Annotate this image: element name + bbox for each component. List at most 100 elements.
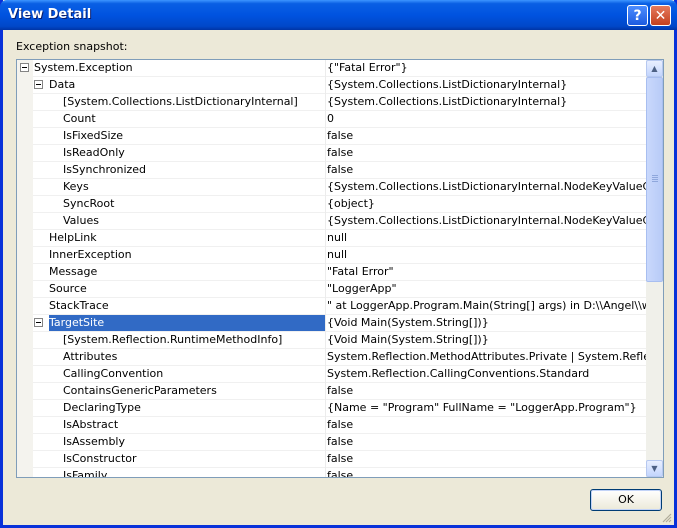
row-gutter [17, 298, 33, 315]
scroll-thumb[interactable] [646, 77, 663, 282]
property-name: IsFixedSize [63, 129, 124, 142]
property-row[interactable]: ContainsGenericParameters false [17, 383, 646, 400]
property-name: HelpLink [49, 231, 97, 244]
row-gutter [17, 400, 33, 417]
property-name: IsAssembly [63, 435, 125, 448]
property-value: "Fatal Error" [327, 265, 394, 278]
property-row[interactable]: Message "Fatal Error" [17, 264, 646, 281]
collapse-toggle-icon[interactable] [34, 318, 43, 327]
property-value: {System.Collections.ListDictionaryIntern… [327, 214, 646, 227]
property-row[interactable]: IsFamily false [17, 468, 646, 477]
ok-button[interactable]: OK [590, 489, 662, 511]
column-divider [325, 434, 326, 451]
close-button[interactable]: ✕ [650, 5, 671, 26]
property-name: Values [63, 214, 99, 227]
row-gutter [17, 383, 33, 400]
row-gutter [17, 196, 33, 213]
property-value: null [327, 248, 348, 261]
column-divider [325, 281, 326, 298]
property-value: false [327, 129, 354, 142]
property-grid: System.Exception {"Fatal Error"} Data {Syst… [16, 59, 664, 478]
row-gutter [17, 247, 33, 264]
property-row[interactable]: SyncRoot {object} [17, 196, 646, 213]
property-value: " at LoggerApp.Program.Main(String[] arg… [327, 299, 646, 312]
row-gutter [17, 77, 33, 94]
row-gutter [17, 145, 33, 162]
row-gutter [17, 417, 33, 434]
property-name: SyncRoot [63, 197, 115, 210]
property-row[interactable]: System.Exception {"Fatal Error"} [17, 60, 646, 77]
column-divider [325, 264, 326, 281]
property-value: {Void Main(System.String[])} [327, 316, 489, 329]
column-divider [325, 179, 326, 196]
collapse-toggle-icon[interactable] [34, 80, 43, 89]
property-row[interactable]: DeclaringType {Name = "Program" FullName … [17, 400, 646, 417]
property-row[interactable]: TargetSite {Void Main(System.String[])} [17, 315, 646, 332]
property-row[interactable]: Attributes System.Reflection.MethodAttrib… [17, 349, 646, 366]
scroll-down-button[interactable]: ▼ [646, 460, 663, 477]
row-gutter [17, 281, 33, 298]
property-row[interactable]: IsSynchronized false [17, 162, 646, 179]
row-gutter [17, 179, 33, 196]
property-row[interactable]: [System.Reflection.RuntimeMethodInfo] {Vo… [17, 332, 646, 349]
column-divider [325, 417, 326, 434]
scroll-up-button[interactable]: ▲ [646, 60, 663, 77]
thumb-grip-line [652, 181, 658, 182]
property-row[interactable]: HelpLink null [17, 230, 646, 247]
row-gutter [17, 111, 33, 128]
property-name: Data [49, 78, 76, 91]
title-bar[interactable]: View Detail ? ✕ [0, 0, 677, 30]
vertical-scrollbar[interactable]: ▲ ▼ [646, 60, 663, 477]
column-divider [325, 60, 326, 77]
property-name: DeclaringType [63, 401, 141, 414]
property-row[interactable]: Count 0 [17, 111, 646, 128]
property-row[interactable]: IsAssembly false [17, 434, 646, 451]
property-value: null [327, 231, 348, 244]
property-name: Attributes [63, 350, 118, 363]
row-gutter [17, 128, 33, 145]
property-row[interactable]: [System.Collections.ListDictionaryIntern… [17, 94, 646, 111]
property-name: ContainsGenericParameters [63, 384, 217, 397]
property-row[interactable]: Values {System.Collections.ListDictionary… [17, 213, 646, 230]
row-gutter [17, 213, 33, 230]
property-value: false [327, 435, 354, 448]
property-value: 0 [327, 112, 334, 125]
row-gutter [17, 451, 33, 468]
property-row[interactable]: CallingConvention System.Reflection.Calli… [17, 366, 646, 383]
column-divider [325, 196, 326, 213]
property-value: {System.Collections.ListDictionaryIntern… [327, 95, 568, 108]
property-row[interactable]: Data {System.Collections.ListDictionaryIn… [17, 77, 646, 94]
property-row[interactable]: StackTrace " at LoggerApp.Program.Main(St… [17, 298, 646, 315]
property-row[interactable]: IsConstructor false [17, 451, 646, 468]
property-name: IsSynchronized [63, 163, 147, 176]
column-divider [325, 400, 326, 417]
property-name: Count [63, 112, 96, 125]
property-name: IsConstructor [63, 452, 137, 465]
property-row[interactable]: IsAbstract false [17, 417, 646, 434]
view-detail-dialog: View Detail ? ✕ Exception snapshot: Syst… [0, 0, 677, 528]
property-row[interactable]: InnerException null [17, 247, 646, 264]
property-value: false [327, 384, 354, 397]
property-value: {System.Collections.ListDictionaryIntern… [327, 78, 568, 91]
property-value: "LoggerApp" [327, 282, 397, 295]
property-name: TargetSite [49, 315, 325, 331]
property-name: Source [49, 282, 87, 295]
row-gutter [17, 434, 33, 451]
property-name: System.Exception [34, 61, 133, 74]
collapse-toggle-icon[interactable] [20, 63, 29, 72]
thumb-grip-line [652, 177, 658, 178]
column-divider [325, 383, 326, 400]
property-row[interactable]: IsReadOnly false [17, 145, 646, 162]
row-gutter [17, 264, 33, 281]
property-value: false [327, 418, 354, 431]
window-title: View Detail [8, 7, 92, 22]
help-button[interactable]: ? [627, 5, 648, 26]
resize-grip-icon[interactable] [660, 511, 672, 523]
property-value: System.Reflection.CallingConventions.Sta… [327, 367, 590, 380]
column-divider [325, 298, 326, 315]
property-row[interactable]: Source "LoggerApp" [17, 281, 646, 298]
property-row[interactable]: IsFixedSize false [17, 128, 646, 145]
column-divider [325, 213, 326, 230]
property-row[interactable]: Keys {System.Collections.ListDictionaryIn… [17, 179, 646, 196]
row-gutter [17, 468, 33, 477]
